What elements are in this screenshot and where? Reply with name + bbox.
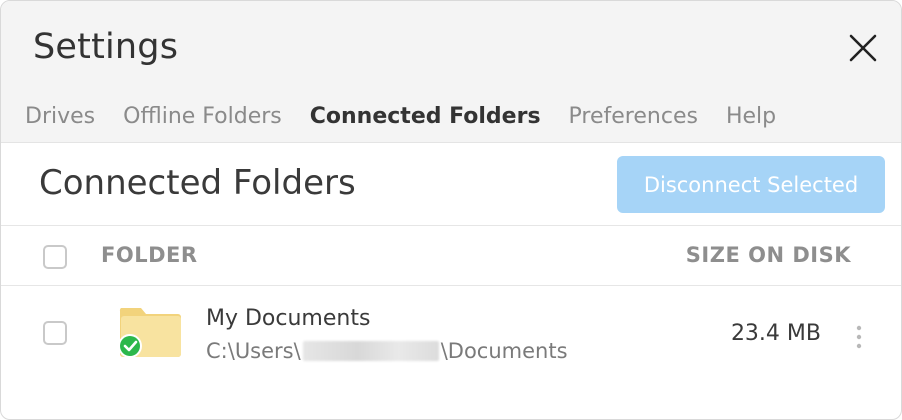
folder-path: C:\Users\ \Documents [206, 339, 568, 363]
check-circle-icon [118, 334, 142, 358]
close-button[interactable] [844, 29, 882, 67]
column-header-folder[interactable]: FOLDER [101, 243, 198, 267]
tab-preferences[interactable]: Preferences [569, 104, 698, 134]
tab-drives[interactable]: Drives [25, 104, 95, 134]
settings-header: Settings Drives Offline Folders Connecte… [1, 1, 901, 143]
more-vertical-icon [856, 325, 862, 349]
window-title: Settings [33, 27, 179, 67]
folder-path-prefix: C:\Users\ [206, 339, 301, 363]
redacted-username [302, 341, 439, 361]
close-icon [849, 34, 877, 62]
folder-path-suffix: \Documents [440, 339, 568, 363]
settings-window: Settings Drives Offline Folders Connecte… [0, 0, 902, 420]
column-header-size[interactable]: SIZE ON DISK [686, 243, 851, 267]
row-more-button[interactable] [851, 323, 867, 351]
tab-connected-folders[interactable]: Connected Folders [310, 104, 541, 134]
disconnect-selected-button[interactable]: Disconnect Selected [617, 156, 885, 213]
select-all-checkbox[interactable] [43, 245, 67, 269]
folder-icon [117, 304, 185, 360]
divider [1, 225, 901, 226]
row-checkbox[interactable] [43, 321, 67, 345]
tab-help[interactable]: Help [726, 104, 776, 134]
section-title: Connected Folders [39, 163, 356, 203]
folder-size: 23.4 MB [730, 321, 821, 346]
settings-tabs: Drives Offline Folders Connected Folders… [25, 104, 804, 134]
divider [1, 285, 901, 286]
tab-offline-folders[interactable]: Offline Folders [123, 104, 282, 134]
folder-name: My Documents [206, 306, 371, 331]
